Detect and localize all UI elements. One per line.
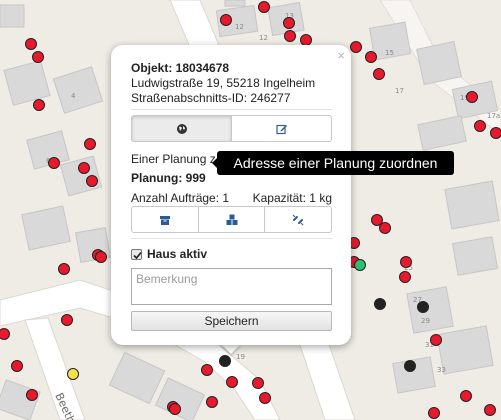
house-active-row: Haus aktiv [131,247,207,261]
segment-id: Straßenabschnitts-ID: 246277 [131,91,291,105]
address-marker[interactable] [26,389,38,401]
address-marker[interactable] [61,314,73,326]
address-marker[interactable] [0,328,10,340]
tooltip: Adresse einer Planung zuordnen [217,151,454,175]
address-marker[interactable] [33,99,45,111]
house-number: 17 [395,87,404,95]
address-marker[interactable] [11,360,23,372]
house-active-label: Haus aktiv [147,247,208,261]
remark-textarea[interactable]: Bemerkung [131,268,332,305]
capacity: Kapazität: 1 kg [252,191,332,205]
check-icon [133,251,142,259]
address-marker[interactable] [67,368,79,380]
address-marker[interactable] [350,41,362,53]
house-number: 4 [71,92,76,100]
house-number: 19 [236,353,245,361]
address-marker[interactable] [283,17,295,29]
address-marker[interactable] [259,392,271,404]
address-marker[interactable] [219,355,231,367]
tab-group [131,115,332,142]
address-marker[interactable] [399,271,411,283]
close-button[interactable]: × [337,49,345,63]
house-number: 15 [385,49,394,57]
unlink-icon [292,214,304,225]
archive-icon [159,215,170,225]
address-marker[interactable] [252,377,264,389]
address-marker[interactable] [484,404,496,416]
address: Ludwigstraße 19, 55218 Ingelheim [131,76,316,90]
address-marker[interactable] [466,91,478,103]
address-marker[interactable] [284,30,296,42]
edit-icon [275,124,287,134]
house-number: 12 [259,34,268,42]
address-marker[interactable] [25,38,37,50]
address-marker[interactable] [95,251,107,263]
address-marker[interactable] [78,162,90,174]
archive-button[interactable] [131,206,199,233]
address-marker[interactable] [379,222,391,234]
divider [131,238,332,239]
unlink-button[interactable] [265,206,333,233]
address-marker[interactable] [474,120,486,132]
address-marker[interactable] [430,334,442,346]
globe-icon [176,123,187,134]
edit-tab-button[interactable] [232,115,332,142]
address-marker[interactable] [354,259,366,271]
cubes-button[interactable] [198,206,266,233]
address-marker[interactable] [86,175,98,187]
action-button-group [131,206,333,233]
address-marker[interactable] [400,256,412,268]
address-marker[interactable] [460,390,472,402]
address-marker[interactable] [220,14,232,26]
house-number: 12 [235,23,244,31]
order-info-row: Anzahl Aufträge: 1 Kapazität: 1 kg [131,191,332,205]
order-count: Anzahl Aufträge: 1 [131,191,230,205]
address-marker[interactable] [201,364,213,376]
divider [131,109,332,110]
house-active-checkbox[interactable] [131,248,142,260]
object-popup: × Objekt: 18034678 Ludwigstraße 19, 5521… [111,45,351,345]
address-marker[interactable] [365,51,377,63]
popup-tip [221,344,241,354]
save-button[interactable]: Speichern [131,311,332,331]
house-number: 33 [437,366,446,374]
address-marker[interactable] [490,127,501,139]
address-marker[interactable] [417,301,429,313]
address-marker[interactable] [428,407,440,419]
address-marker[interactable] [58,263,70,275]
address-marker[interactable] [226,376,238,388]
address-marker[interactable] [300,34,312,46]
address-marker[interactable] [84,138,96,150]
address-marker[interactable] [32,51,44,63]
object-id: Objekt: 18034678 [131,61,230,75]
address-marker[interactable] [169,403,181,415]
address-marker[interactable] [48,157,60,169]
address-marker[interactable] [206,396,218,408]
house-number: 29 [421,317,430,325]
globe-tab-button[interactable] [131,115,232,142]
address-marker[interactable] [374,298,386,310]
address-marker[interactable] [373,68,385,80]
address-marker[interactable] [258,1,270,13]
cubes-icon [226,214,237,225]
house-number: 17a [487,112,500,120]
address-marker[interactable] [404,360,416,372]
